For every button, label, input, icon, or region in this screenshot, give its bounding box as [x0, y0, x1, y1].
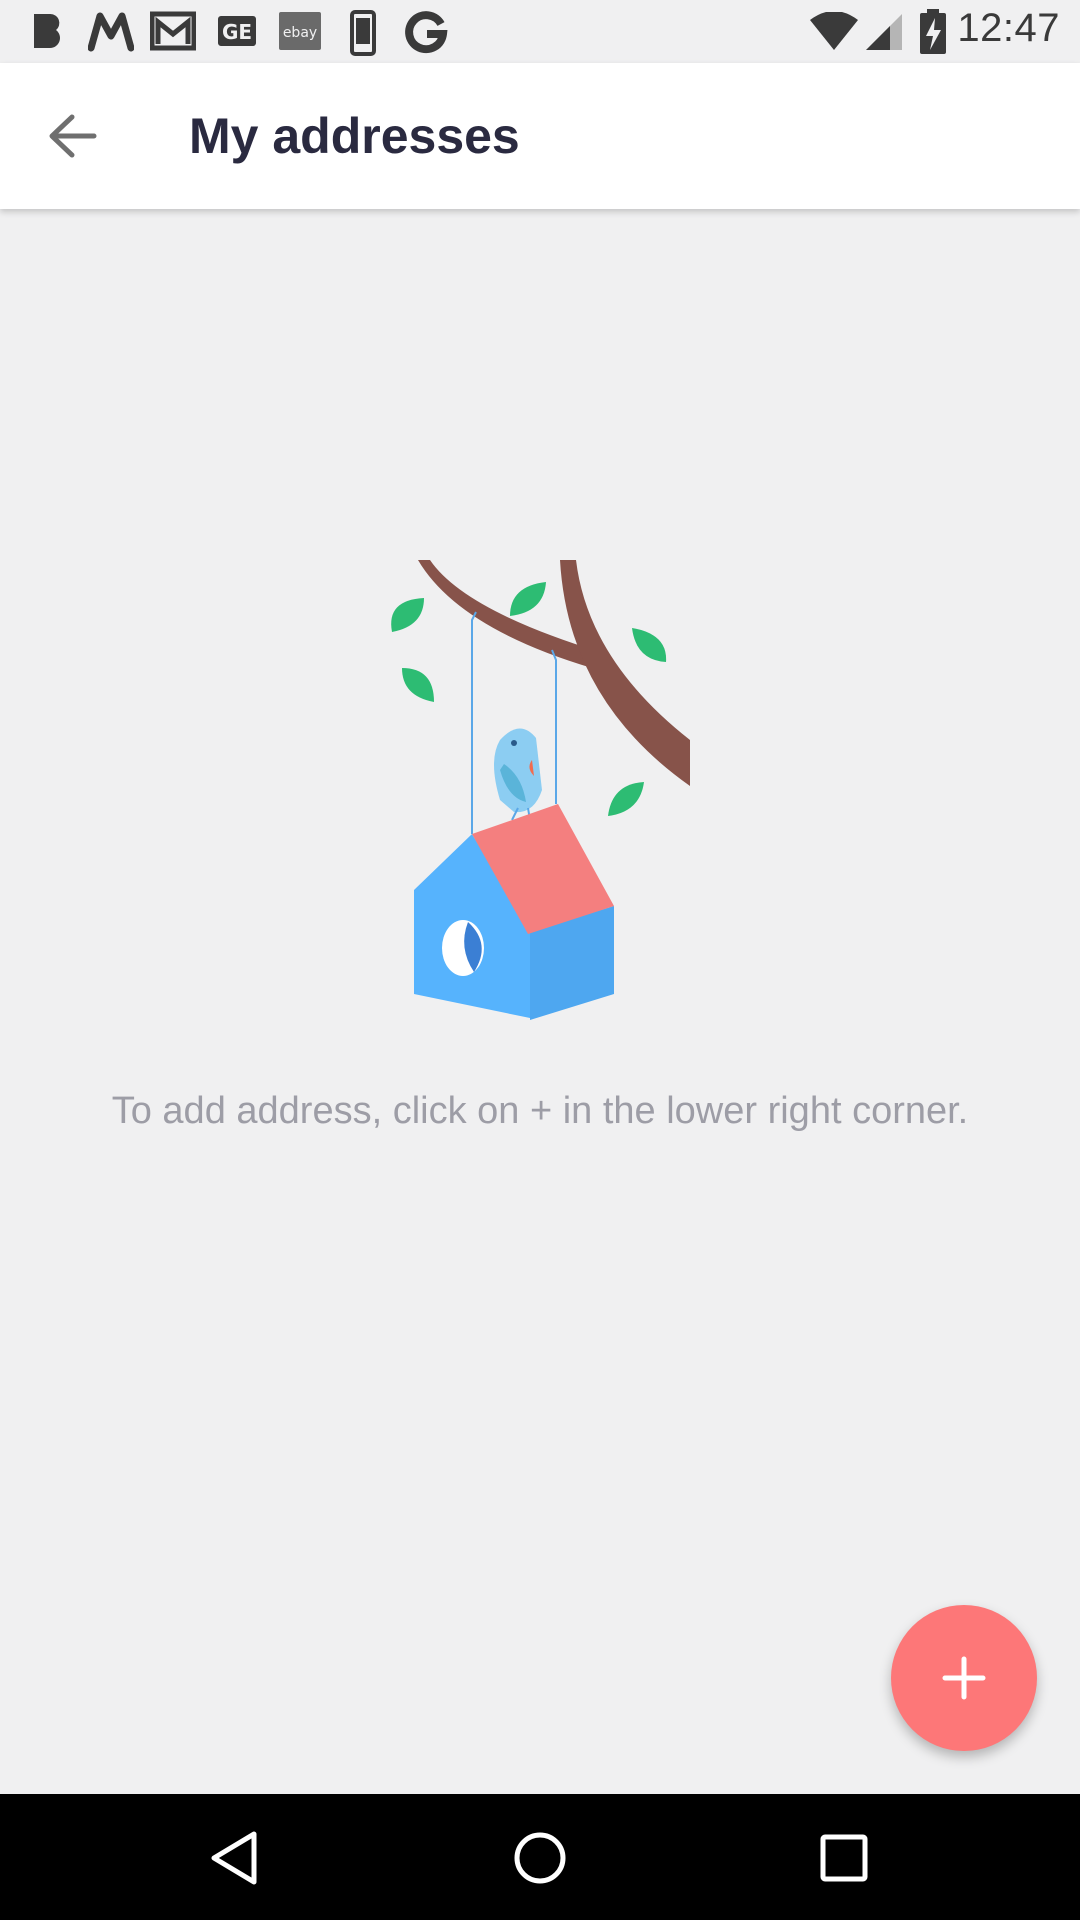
- empty-state-message: To add address, click on + in the lower …: [111, 1090, 969, 1132]
- branch-trunk: [560, 560, 690, 786]
- app-bar: My addresses: [0, 63, 1080, 209]
- leaf: [402, 668, 434, 702]
- svg-text:ebay: ebay: [283, 25, 317, 41]
- phone-icon: [350, 10, 376, 56]
- signal-icon: [866, 14, 902, 50]
- page-title: My addresses: [189, 108, 520, 164]
- nav-recents-button[interactable]: [808, 1822, 880, 1894]
- b-icon: [34, 13, 61, 49]
- add-address-button[interactable]: [891, 1605, 1037, 1751]
- string: [471, 611, 477, 834]
- status-time: 12:47: [957, 6, 1060, 50]
- back-button[interactable]: [36, 105, 110, 167]
- battery-charging-icon: [920, 9, 946, 54]
- nav-home-button[interactable]: [504, 1822, 576, 1894]
- ebay-icon: ebay: [279, 12, 321, 50]
- wifi-icon: [810, 12, 858, 50]
- svg-text:GE: GE: [222, 20, 252, 44]
- leaf: [632, 628, 667, 662]
- recents-square-icon: [820, 1834, 868, 1882]
- arrow-back-icon: [49, 114, 97, 158]
- back-triangle-icon: [211, 1831, 257, 1885]
- leaf: [608, 782, 644, 816]
- home-circle-icon: [514, 1832, 566, 1884]
- gmail-icon: [150, 11, 196, 51]
- leaf: [391, 598, 424, 632]
- nav-back-button[interactable]: [200, 1822, 272, 1894]
- birdhouse-illustration: [391, 560, 690, 1020]
- status-bar: GE ebay 12:47: [0, 0, 1080, 63]
- ge-icon: GE: [218, 16, 256, 46]
- system-nav-bar: [0, 1794, 1080, 1920]
- plus-icon: [942, 1656, 986, 1700]
- google-icon: [405, 11, 448, 54]
- string: [551, 649, 557, 804]
- m-icon: [88, 12, 134, 52]
- leaf: [510, 582, 546, 616]
